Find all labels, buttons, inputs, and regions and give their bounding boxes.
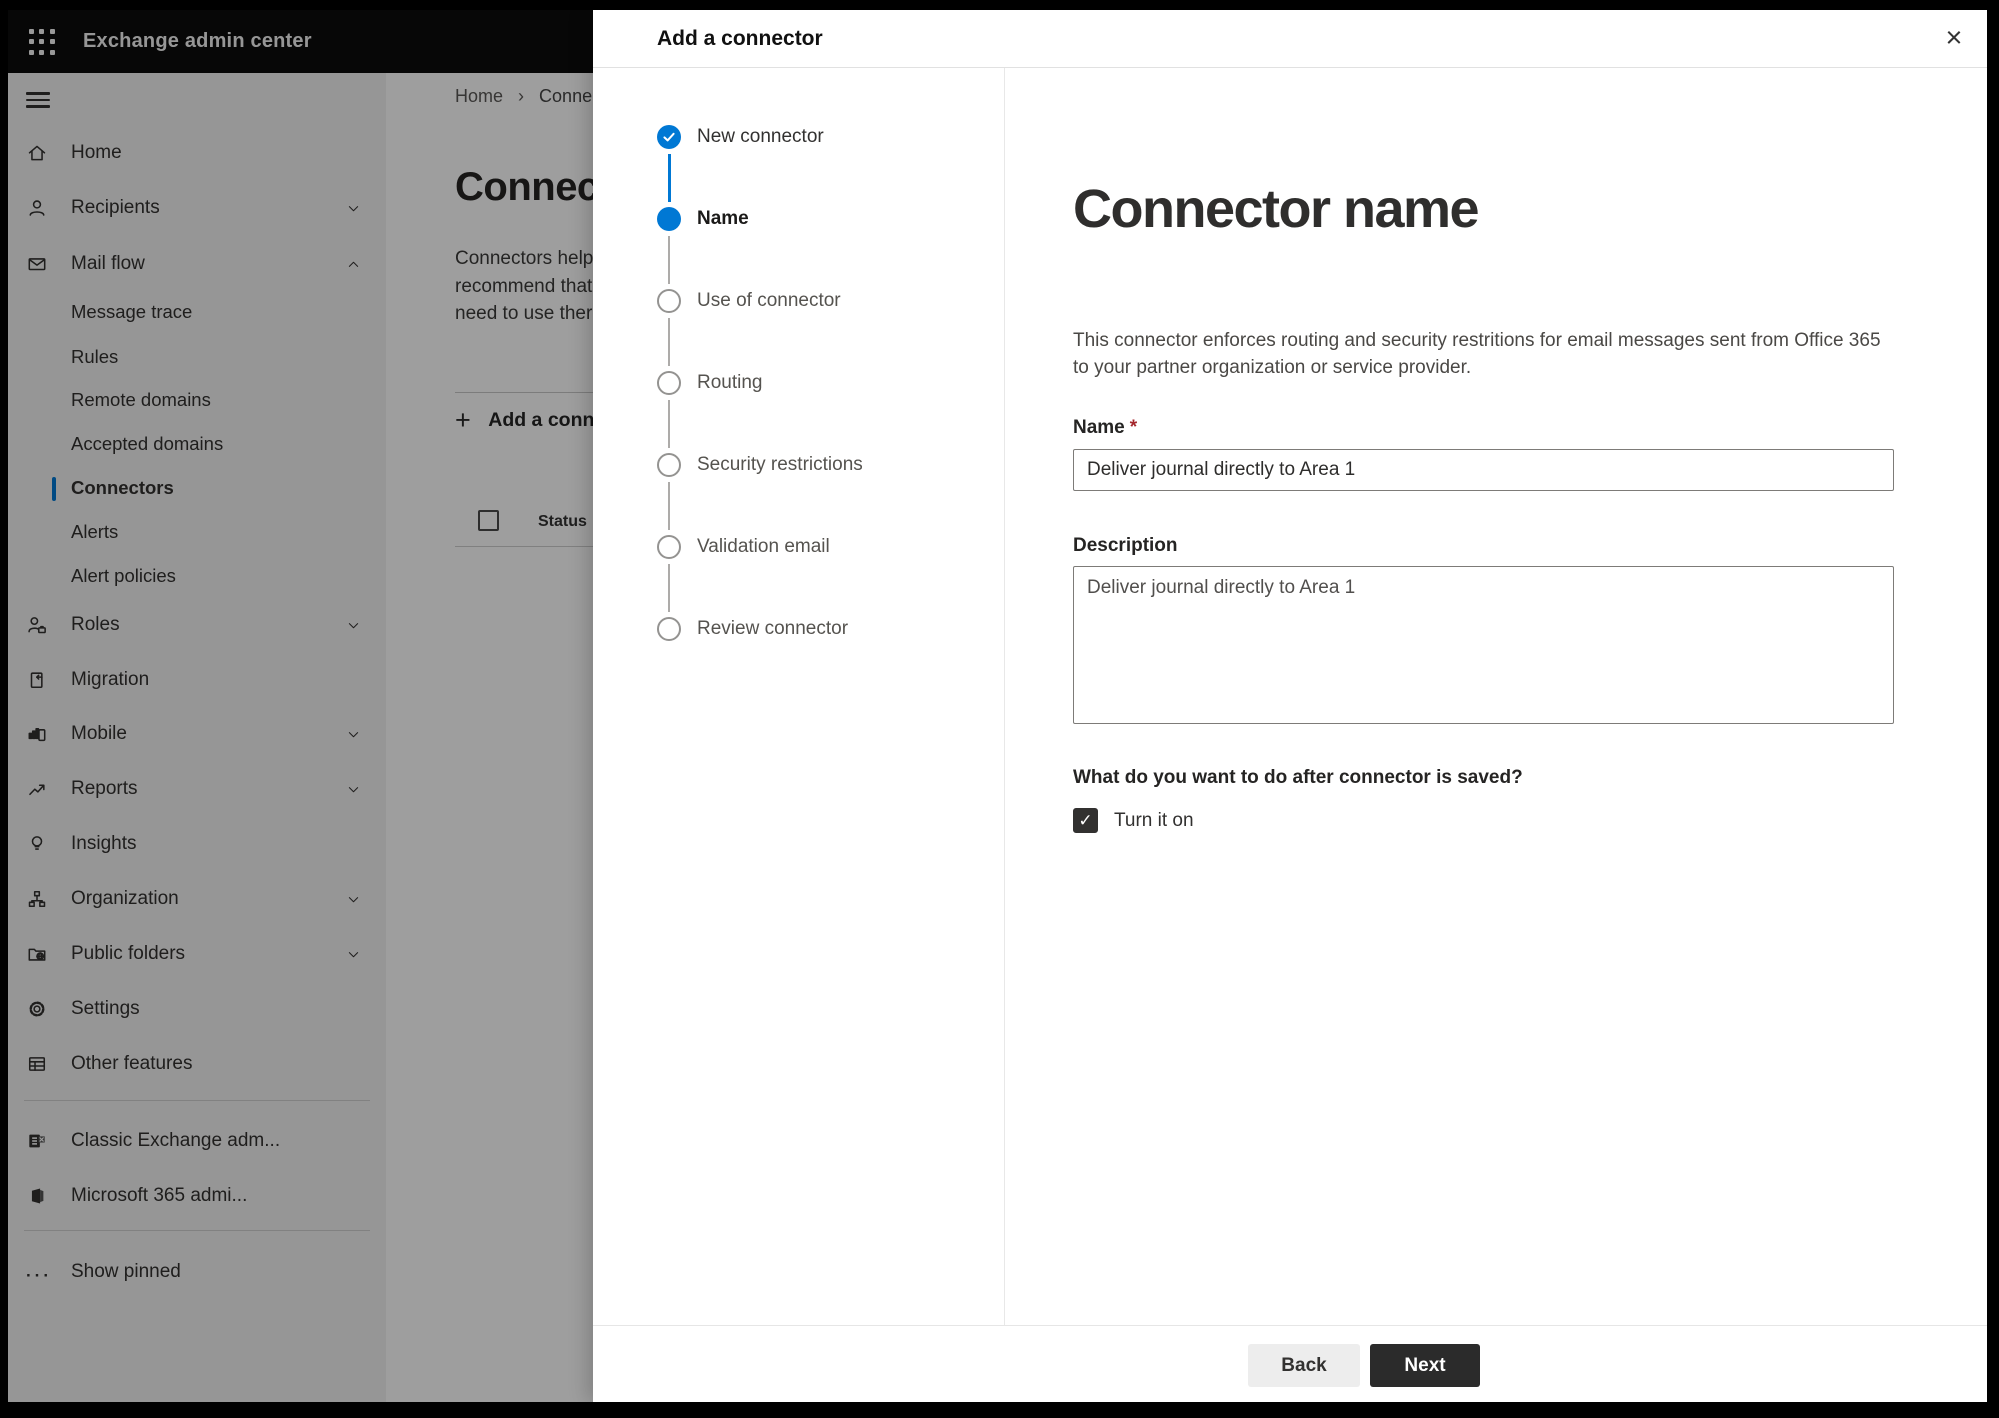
description-textarea[interactable]: Deliver journal directly to Area 1: [1073, 566, 1894, 724]
step-label: Use of connector: [697, 290, 841, 311]
step-intro-line: to your partner organization or service …: [1073, 356, 1472, 378]
step-todo-icon: [657, 289, 681, 313]
dialog-title: Add a connector: [657, 27, 823, 50]
wizard-step-security-restrictions[interactable]: Security restrictions: [593, 453, 1004, 477]
step-label: Routing: [697, 372, 763, 393]
checkbox-checked-icon[interactable]: ✓: [1073, 808, 1098, 833]
name-input[interactable]: [1073, 449, 1894, 491]
add-connector-dialog: Add a connector × New connector Name Use o…: [593, 10, 1987, 1402]
step-todo-icon: [657, 371, 681, 395]
step-label: Name: [697, 208, 749, 229]
step-completed-icon: [657, 125, 681, 149]
wizard-step-use-of-connector[interactable]: Use of connector: [593, 289, 1004, 313]
checkbox-label: Turn it on: [1114, 810, 1194, 831]
step-connector-line: [668, 482, 671, 530]
step-connector-line: [667, 154, 671, 202]
app-window: Exchange admin center Home Recipients Mail…: [8, 10, 1987, 1402]
wizard-step-routing[interactable]: Routing: [593, 371, 1004, 395]
step-connector-line: [668, 400, 671, 448]
step-intro-line: This connector enforces routing and secu…: [1073, 330, 1881, 351]
step-todo-icon: [657, 535, 681, 559]
step-todo-icon: [657, 617, 681, 641]
step-todo-icon: [657, 453, 681, 477]
dialog-header: Add a connector ×: [593, 10, 1987, 68]
step-label: Validation email: [697, 536, 830, 557]
dialog-footer: Back Next: [593, 1325, 1987, 1402]
wizard-step-validation-email[interactable]: Validation email: [593, 535, 1004, 559]
close-icon[interactable]: ×: [1935, 20, 1973, 58]
step-connector-line: [668, 564, 671, 612]
wizard-step-review-connector[interactable]: Review connector: [593, 617, 1004, 641]
after-save-question: What do you want to do after connector i…: [1073, 767, 1523, 788]
step-connector-line: [668, 236, 671, 284]
step-label: Security restrictions: [697, 454, 863, 475]
name-field-label: Name *: [1073, 417, 1138, 438]
step-intro: This connector enforces routing and secu…: [1073, 328, 1881, 381]
wizard-step-name[interactable]: Name: [593, 207, 1004, 231]
wizard-stepper: New connector Name Use of connector Routing…: [593, 68, 1005, 1325]
step-label: New connector: [697, 126, 824, 147]
required-asterisk: *: [1129, 417, 1138, 438]
description-field-label: Description: [1073, 535, 1178, 556]
step-current-icon: [657, 207, 681, 231]
step-connector-line: [668, 318, 671, 366]
next-button[interactable]: Next: [1370, 1344, 1480, 1387]
wizard-step-new-connector[interactable]: New connector: [593, 125, 1004, 149]
step-heading: Connector name: [1073, 179, 1480, 239]
screen: Exchange admin center Home Recipients Mail…: [0, 0, 1999, 1418]
back-button[interactable]: Back: [1248, 1344, 1360, 1387]
step-label: Review connector: [697, 618, 849, 639]
